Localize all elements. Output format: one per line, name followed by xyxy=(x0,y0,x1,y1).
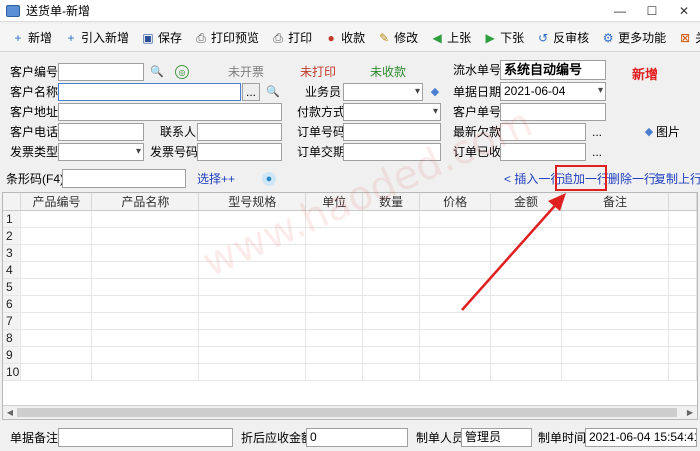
annotation-arrow xyxy=(461,193,566,311)
